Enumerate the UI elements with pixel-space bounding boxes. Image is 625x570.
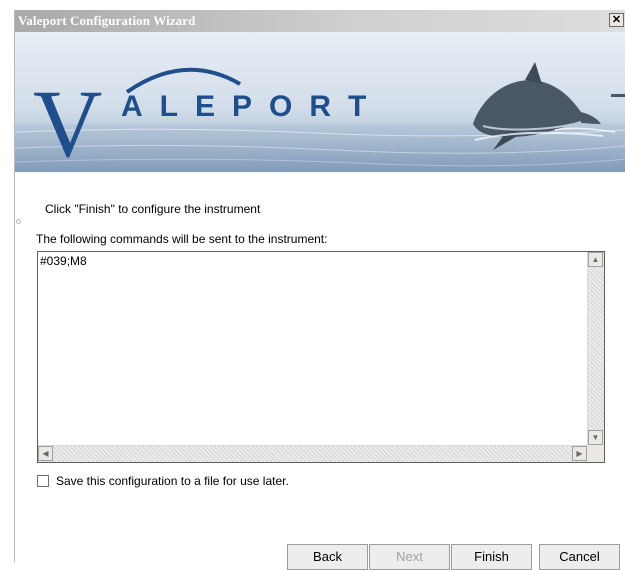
close-icon: ✕ — [611, 14, 622, 26]
logo-wordmark: ALEPORT — [121, 90, 383, 123]
commands-label: The following commands will be sent to t… — [36, 232, 328, 246]
scroll-up-icon: ▲ — [591, 255, 600, 264]
window-title: Valeport Configuration Wizard — [18, 13, 196, 28]
cancel-button[interactable]: Cancel — [539, 544, 620, 570]
valeport-banner: V ALEPORT — [15, 32, 625, 172]
save-config-checkbox[interactable] — [37, 475, 49, 487]
next-button: Next — [369, 544, 450, 570]
scroll-right-icon: ▶ — [576, 449, 583, 458]
banner-image: V ALEPORT — [15, 32, 625, 172]
save-config-label[interactable]: Save this configuration to a file for us… — [56, 474, 289, 488]
scroll-down-button[interactable]: ▼ — [588, 430, 603, 445]
scroll-left-button[interactable]: ◀ — [38, 446, 53, 461]
scroll-left-icon: ◀ — [42, 449, 49, 458]
title-bar[interactable]: Valeport Configuration Wizard ✕ — [15, 10, 625, 32]
horizontal-scrollbar[interactable]: ◀ ▶ — [38, 445, 587, 462]
close-button[interactable]: ✕ — [609, 13, 624, 27]
scroll-right-button[interactable]: ▶ — [572, 446, 587, 461]
back-button[interactable]: Back — [287, 544, 368, 570]
focus-dot — [16, 219, 21, 224]
scroll-up-button[interactable]: ▲ — [588, 252, 603, 267]
finish-instruction: Click "Finish" to configure the instrume… — [45, 202, 261, 216]
wizard-window: Valeport Configuration Wizard ✕ V ALEPOR… — [14, 10, 625, 570]
vertical-scrollbar[interactable]: ▲ ▼ — [587, 252, 604, 445]
commands-text: #039;M8 — [40, 254, 87, 268]
scroll-down-icon: ▼ — [591, 433, 600, 442]
scrollbar-corner — [587, 445, 604, 462]
logo-letter-v: V — [33, 70, 102, 172]
finish-button[interactable]: Finish — [451, 544, 532, 570]
commands-textbox[interactable]: #039;M8 ▲ ▼ ◀ ▶ — [37, 251, 605, 463]
